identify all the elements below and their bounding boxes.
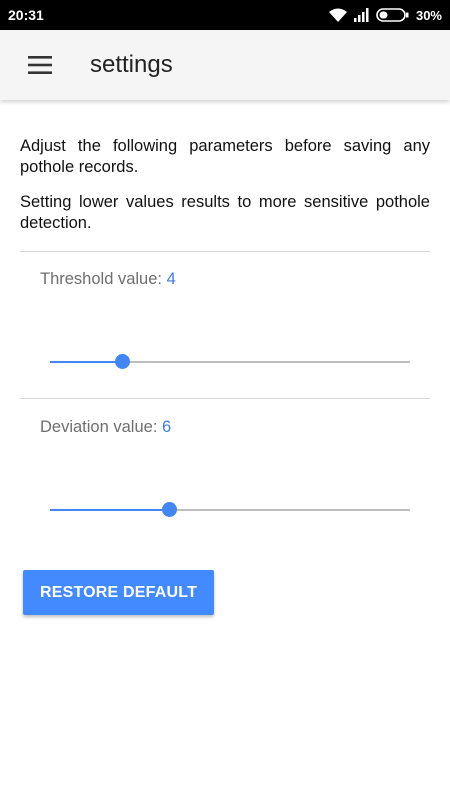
threshold-label: Threshold value: 4 [40,270,176,289]
deviation-slider-fill [50,509,170,511]
signal-icon [353,8,370,22]
threshold-value: 4 [166,270,176,288]
deviation-slider[interactable] [50,502,410,517]
deviation-slider-thumb[interactable] [162,502,178,517]
battery-percent: 30% [415,7,442,23]
threshold-label-text: Threshold value: [40,270,167,288]
status-bar: 20:31 30% [0,0,450,30]
threshold-slider-thumb[interactable] [114,354,130,369]
status-time: 20:31 [8,7,44,23]
divider-middle [20,398,430,399]
intro-paragraph-2: Setting lower values results to more sen… [20,193,430,232]
intro-paragraph-1: Adjust the following parameters before s… [20,137,430,176]
threshold-slider-fill [50,361,122,363]
restore-default-button[interactable]: RESTORE DEFAULT [23,570,214,615]
status-icons: 30% [328,7,442,23]
intro-section: Adjust the following parameters before s… [20,136,430,234]
deviation-label: Deviation value: 6 [40,418,171,437]
divider-top [20,251,430,252]
deviation-value: 6 [162,418,172,436]
wifi-icon [328,7,348,23]
app-bar: settings [0,30,450,100]
threshold-slider[interactable] [50,354,410,369]
page-title: settings [90,51,173,78]
deviation-label-text: Deviation value: [40,418,162,436]
battery-icon [376,8,410,22]
hamburger-menu-icon[interactable] [20,45,60,85]
